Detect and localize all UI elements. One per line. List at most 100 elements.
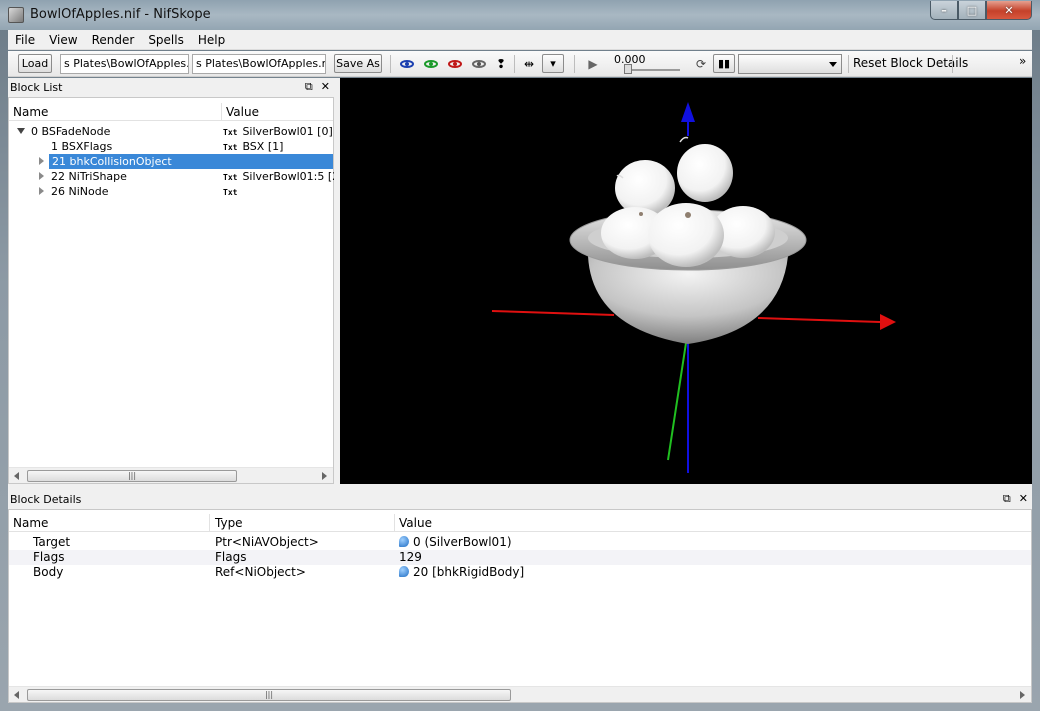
block-details-title-text: Block Details [10,493,82,506]
menu-spells[interactable]: Spells [141,33,191,47]
collapse-icon[interactable] [39,187,44,195]
txt-icon: Txt [223,128,238,137]
row-name: 1 BSXFlags [51,140,113,153]
switch-anim-button[interactable]: ▮▮ [713,54,735,73]
block-list-hscrollbar[interactable]: ||| [9,467,333,483]
block-list-header: Name Value [9,103,333,121]
z-axis-arrow [681,102,695,122]
apple-shape [677,144,733,202]
column-value[interactable]: Value [399,516,432,530]
x-axis-line [757,317,881,323]
animation-select[interactable] [738,54,842,74]
detail-value: 20 [bhkRigidBody] [413,565,525,579]
float-icon[interactable]: ⧉ [1003,492,1011,506]
row-value: BSX [1] [242,140,284,153]
detail-value: 129 [399,550,422,564]
detail-row[interactable]: Flags Flags 129 [9,550,1031,565]
scene-render [491,102,896,473]
menu-file[interactable]: File [8,33,42,47]
eye-blue-icon[interactable] [398,55,416,73]
scroll-right-icon[interactable] [1020,691,1025,699]
eye-gray-icon[interactable] [470,55,488,73]
view-dropdown-button[interactable]: ▾ [542,54,564,73]
link-icon [399,536,409,547]
txt-icon: Txt [223,173,238,182]
reset-block-details-button[interactable]: Reset Block Details [853,56,968,70]
play-icon[interactable]: ▶ [584,55,602,73]
scroll-right-icon[interactable] [322,472,327,480]
detail-name: Body [33,565,64,579]
column-name[interactable]: Name [13,105,48,119]
footprints-icon[interactable]: ❢ [492,55,510,73]
detail-value: 0 (SilverBowl01) [413,535,512,549]
window-title: BowlOfApples.nif - NifSkope [30,7,211,22]
apple-shape [648,203,724,267]
x-axis-arrow [880,314,896,330]
eye-red-icon[interactable] [446,55,464,73]
close-icon[interactable]: ✕ [1019,492,1028,506]
expand-icon[interactable] [17,128,25,134]
menu-view[interactable]: View [42,33,84,47]
scroll-thumb[interactable]: ||| [27,689,511,701]
minimize-button[interactable]: – [930,1,958,20]
collapse-icon[interactable] [39,157,44,165]
tree-row[interactable]: 26 NiNode Txt [9,184,334,199]
apple-shape [615,160,675,216]
txt-icon: Txt [223,188,238,197]
detail-type: Flags [215,550,247,564]
tree-row[interactable]: 22 NiTriShape Txt SilverBowl01:5 [2] [9,169,343,184]
close-icon[interactable]: ✕ [321,80,330,94]
block-list-panel: Name Value 0 BSFadeNode Txt SilverBowl01 … [8,97,343,484]
collapse-icon[interactable] [39,172,44,180]
tree-row[interactable]: 0 BSFadeNode Txt SilverBowl01 [0] [9,124,334,139]
save-path-field[interactable]: s Plates\BowlOfApples.nif [192,54,326,74]
toolbar: Load s Plates\BowlOfApples.nif s Plates\… [8,51,1032,77]
block-details-hscrollbar[interactable]: ||| [9,686,1031,702]
close-button[interactable]: ✕ [986,1,1032,20]
block-details-header: Name Type Value [9,514,1031,532]
toolbar-overflow-button[interactable]: » [1019,54,1026,68]
loop-icon[interactable]: ⟳ [692,55,710,73]
load-path-field[interactable]: s Plates\BowlOfApples.nif [60,54,189,74]
float-icon[interactable]: ⧉ [305,80,313,94]
menu-render[interactable]: Render [85,33,142,47]
row-name: 21 bhkCollisionObject [52,155,172,168]
column-name[interactable]: Name [13,516,48,530]
detail-name: Target [33,535,71,549]
scroll-thumb[interactable]: ||| [27,470,237,482]
tree-row[interactable]: 1 BSXFlags Txt BSX [1] [9,139,334,154]
split-view-icon[interactable]: ⇹ [520,55,538,73]
render-viewport[interactable] [340,78,1032,484]
detail-name: Flags [33,550,65,564]
y-axis-line [667,342,687,461]
tree-row-selected[interactable]: 21 bhkCollisionObject [9,154,334,169]
detail-row[interactable]: Target Ptr<NiAVObject> 0 (SilverBowl01) [9,535,1031,550]
app-icon [8,7,24,23]
detail-type: Ptr<NiAVObject> [215,535,319,549]
eye-green-icon[interactable] [422,55,440,73]
link-icon [399,566,409,577]
chevron-down-icon [829,62,837,67]
column-type[interactable]: Type [215,516,243,530]
block-details-panel: Name Type Value Target Ptr<NiAVObject> 0… [8,509,1032,703]
row-value: SilverBowl01:5 [2] [242,170,344,183]
row-name: 0 BSFadeNode [31,125,111,138]
row-value: SilverBowl01 [0] [242,125,333,138]
column-value[interactable]: Value [226,105,259,119]
block-list-title-text: Block List [10,81,63,94]
detail-type: Ref<NiObject> [215,565,306,579]
save-as-button[interactable]: Save As [334,54,382,73]
title-bar: BowlOfApples.nif - NifSkope – □ ✕ [0,0,1040,30]
row-name: 26 NiNode [51,185,109,198]
maximize-button[interactable]: □ [958,1,986,20]
scroll-left-icon[interactable] [14,691,19,699]
detail-row[interactable]: Body Ref<NiObject> 20 [bhkRigidBody] [9,565,1031,580]
load-button[interactable]: Load [18,54,52,73]
time-slider-track[interactable] [628,69,680,71]
scroll-left-icon[interactable] [14,472,19,480]
x-axis-line [491,310,615,316]
menu-bar: File View Render Spells Help [8,30,1032,50]
time-slider-thumb[interactable] [624,64,632,74]
block-list-title: Block List ⧉ ✕ [8,78,334,97]
menu-help[interactable]: Help [191,33,232,47]
